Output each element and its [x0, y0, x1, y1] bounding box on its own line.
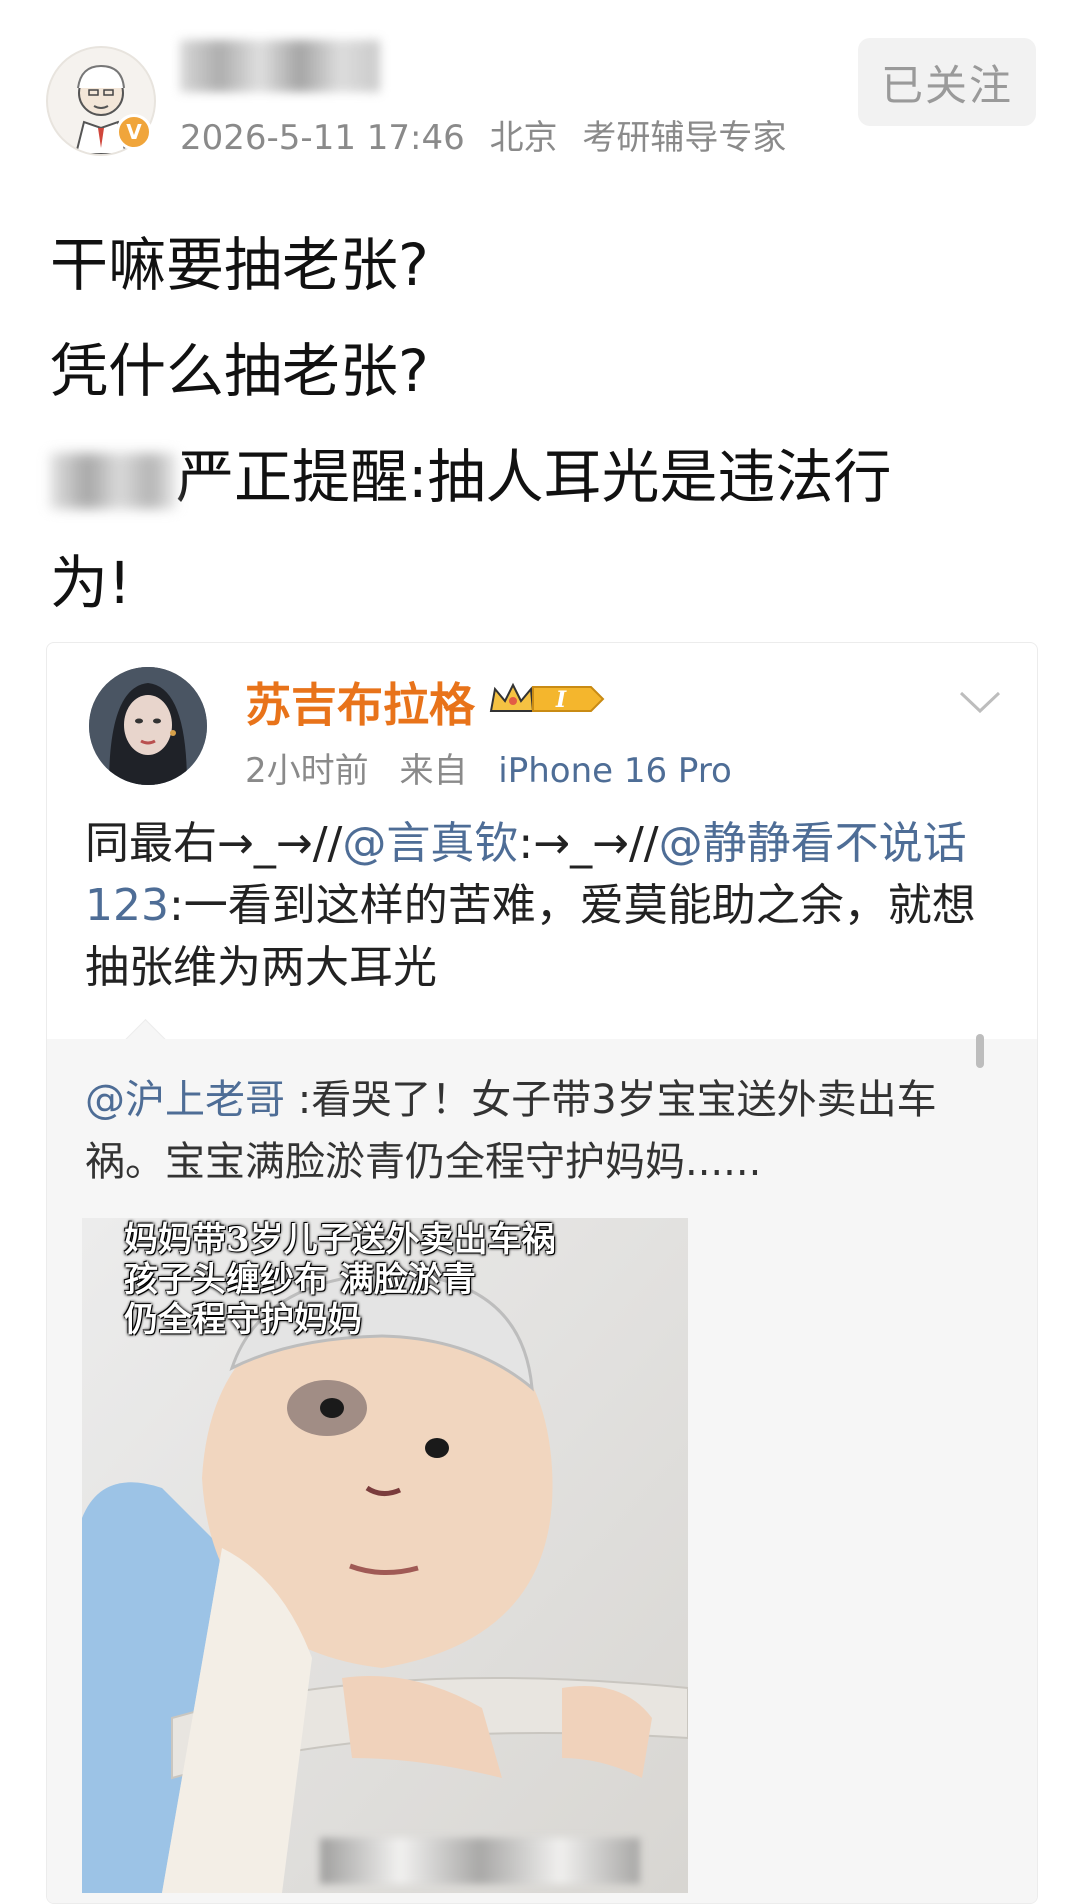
redacted-watermark: [320, 1838, 640, 1884]
post-body: 干嘛要抽老张? 凭什么抽老张? 严正提醒:抽人耳光是违法行 为!: [50, 212, 1040, 636]
quoted-post-text: @沪上老哥 :看哭了！女子带3岁宝宝送外卖出车祸。宝宝满脸淤青仍全程守护妈妈..…: [85, 1069, 1005, 1193]
video-caption: 妈妈带3岁儿子送外卖出车祸 孩子头缠纱布 满脸淤青 仍全程守护妈妈: [124, 1220, 556, 1340]
repost-author-avatar[interactable]: [89, 667, 207, 785]
post-line-1: 干嘛要抽老张?: [50, 231, 429, 299]
author-tag: 考研辅导专家: [582, 118, 787, 158]
mention-link[interactable]: @言真钦: [342, 818, 518, 869]
crown-level-icon: I: [489, 682, 605, 713]
video-thumbnail[interactable]: 妈妈带3岁儿子送外卖出车祸 孩子头缠纱布 满脸淤青 仍全程守护妈妈: [82, 1218, 688, 1893]
source-prefix: 来自: [399, 751, 468, 791]
repost-text-part-2: :→_→//: [518, 818, 659, 869]
post-timestamp: 2026-5-11 17:46: [180, 118, 465, 158]
video-caption-line-3: 仍全程守护妈妈: [124, 1300, 362, 1340]
video-caption-line-1: 妈妈带3岁儿子送外卖出车祸: [124, 1220, 556, 1260]
post-line-3: 严正提醒:抽人耳光是违法行: [50, 424, 1040, 530]
repost-meta: 2小时前 来自 iPhone 16 Pro: [245, 743, 732, 792]
author-name-redacted[interactable]: [180, 40, 380, 92]
quoted-author-mention[interactable]: @沪上老哥: [85, 1077, 285, 1123]
post-line-2: 凭什么抽老张?: [50, 337, 429, 405]
chevron-down-icon[interactable]: [957, 687, 1003, 717]
post-line-4: 为!: [50, 549, 132, 617]
video-caption-line-2: 孩子头缠纱布 满脸淤青: [124, 1260, 476, 1300]
repost-source: 来自 iPhone 16 Pro: [399, 751, 731, 791]
level-text: I: [555, 687, 567, 713]
post-line-3-text: 严正提醒:抽人耳光是违法行: [176, 443, 892, 511]
repost-text-part-3: :一看到这样的苦难，爱莫能助之余，就想抽张维为两大耳光: [85, 880, 976, 993]
redacted-text: [50, 452, 176, 509]
source-device[interactable]: iPhone 16 Pro: [498, 751, 732, 791]
scrollbar-thumb[interactable]: [976, 1034, 984, 1068]
repost-time: 2小时前: [245, 751, 369, 791]
verified-badge-icon: V: [116, 114, 152, 150]
follow-button[interactable]: 已关注: [858, 38, 1036, 126]
repost-text-part-1: 同最右→_→//: [85, 818, 343, 869]
post-header: V 2026-5-11 17:46 北京 考研辅导专家 已关注: [0, 0, 1080, 170]
post-meta: 2026-5-11 17:46 北京 考研辅导专家: [180, 110, 786, 159]
repost-text: 同最右→_→//@言真钦:→_→//@静静看不说话123:一看到这样的苦难，爱莫…: [85, 813, 1015, 999]
repost-author-name[interactable]: 苏吉布拉格: [245, 669, 475, 735]
post-location: 北京: [489, 118, 558, 158]
